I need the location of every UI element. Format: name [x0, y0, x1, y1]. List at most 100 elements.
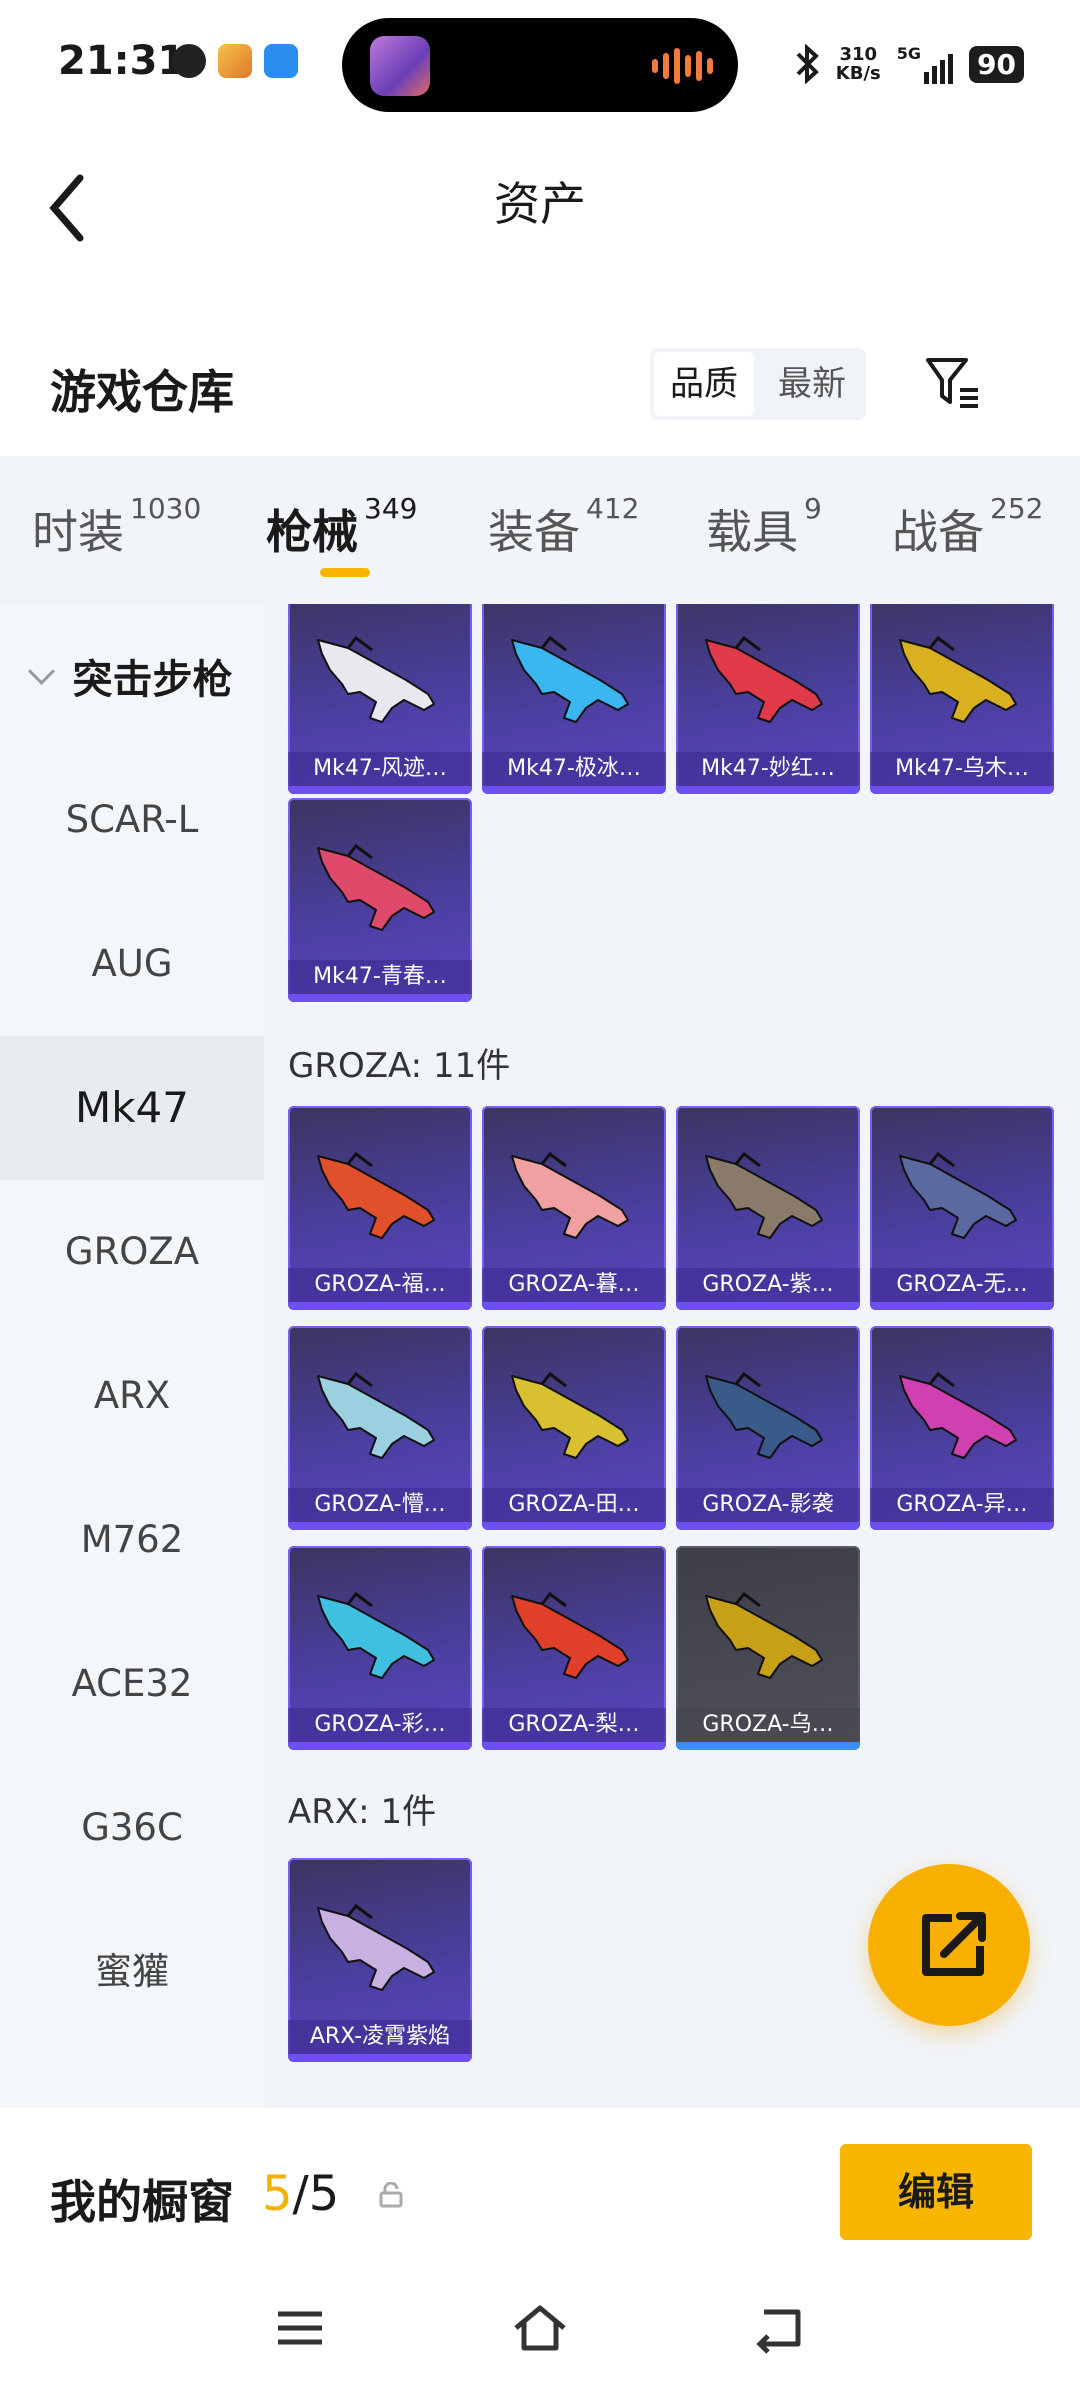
menu-icon[interactable] [270, 2298, 330, 2358]
skin-name: GROZA-彩… [288, 1708, 472, 1742]
weapon-skin-icon [899, 1371, 1017, 1459]
skin-card-groza[interactable]: GROZA-暮… [482, 1106, 666, 1310]
edit-button[interactable]: 编辑 [840, 2144, 1032, 2240]
skin-card-groza[interactable]: GROZA-无… [870, 1106, 1054, 1310]
showcase-label: 我的橱窗 [50, 2175, 234, 2229]
rarity-bar [288, 786, 472, 794]
skin-card-groza[interactable]: GROZA-乌… [676, 1546, 860, 1750]
rarity-bar [870, 1522, 1054, 1530]
filter-icon[interactable] [922, 352, 982, 412]
skin-card-groza[interactable]: GROZA-田… [482, 1326, 666, 1530]
sidebar-item-arx[interactable]: ARX [0, 1324, 264, 1468]
weapon-skin-icon [317, 843, 435, 931]
weapon-skin-icon [317, 1903, 435, 1991]
rarity-bar [482, 1522, 666, 1530]
weapon-skin-icon [317, 1591, 435, 1679]
skin-name: GROZA-梨… [482, 1708, 666, 1742]
weapon-skin-icon [511, 1591, 629, 1679]
skin-card-groza[interactable]: GROZA-懵… [288, 1326, 472, 1530]
sort-option-latest[interactable]: 最新 [762, 352, 862, 416]
rarity-bar [676, 1742, 860, 1750]
skin-card-groza[interactable]: GROZA-梨… [482, 1546, 666, 1750]
weapon-skin-icon [705, 1151, 823, 1239]
rarity-bar [288, 994, 472, 1002]
rarity-bar [870, 786, 1054, 794]
skin-card-groza[interactable]: GROZA-影袭 [676, 1326, 860, 1530]
weapon-skin-icon [317, 1151, 435, 1239]
audio-wave-icon [652, 48, 713, 84]
home-icon[interactable] [510, 2298, 570, 2358]
showcase-bar: 我的橱窗 5/5 编辑 [0, 2108, 1080, 2400]
rarity-bar [676, 1522, 860, 1530]
skin-card-mk47[interactable]: Mk47-乌木… [870, 604, 1054, 794]
skin-card-mk47[interactable]: Mk47-妙红… [676, 604, 860, 794]
dynamic-island[interactable] [342, 18, 738, 112]
sidebar-item-mk47[interactable]: Mk47 [0, 1036, 264, 1180]
net-speed: 310 KB/s [835, 44, 881, 84]
sidebar-item-scar-l[interactable]: SCAR-L [0, 748, 264, 892]
weapon-sidebar: 突击步枪 SCAR-L AUG Mk47 GROZA ARX M762 ACE3… [0, 604, 264, 2108]
skin-card-groza[interactable]: GROZA-福… [288, 1106, 472, 1310]
sidebar-category-assault-rifle[interactable]: 突击步枪 [0, 604, 264, 748]
signal-icon: 5G [897, 44, 954, 84]
skin-name: Mk47-极冰… [482, 752, 666, 786]
rarity-bar [482, 1742, 666, 1750]
weapon-skin-icon [899, 635, 1017, 723]
page-title: 资产 [494, 177, 586, 231]
skin-card-groza[interactable]: GROZA-彩… [288, 1546, 472, 1750]
weapon-skin-icon [705, 1591, 823, 1679]
skin-card-groza[interactable]: GROZA-异… [870, 1326, 1054, 1530]
tab-guns[interactable]: 枪械 349 [266, 492, 417, 562]
skin-name: GROZA-异… [870, 1488, 1054, 1522]
skin-name: Mk47-风迹… [288, 752, 472, 786]
tab-equipment[interactable]: 装备 412 [488, 492, 639, 562]
rarity-bar [288, 1302, 472, 1310]
broadcast-icon [264, 44, 298, 78]
clock: 21:31 [58, 38, 186, 84]
rarity-bar [482, 1302, 666, 1310]
weapon-skin-icon [511, 635, 629, 723]
share-edit-icon [922, 1912, 986, 1976]
share-edit-button[interactable] [868, 1864, 1030, 2026]
skin-name: Mk47-乌木… [870, 752, 1054, 786]
app-header: 资产 [0, 128, 1080, 278]
section-header-groza: GROZA: 11件 [288, 1046, 511, 1086]
lock-icon [379, 2182, 403, 2208]
showcase-count: 5/5 [262, 2166, 340, 2222]
status-bar: 21:31 310 KB/s 5G 90 [0, 0, 1080, 128]
skin-card-mk47[interactable]: Mk47-风迹… [288, 604, 472, 794]
skin-card-groza[interactable]: GROZA-紫… [676, 1106, 860, 1310]
skin-name: Mk47-妙红… [676, 752, 860, 786]
sidebar-item-m762[interactable]: M762 [0, 1468, 264, 1612]
skin-name: GROZA-福… [288, 1268, 472, 1302]
skin-card-arx[interactable]: ARX-凌霄紫焰 [288, 1858, 472, 2062]
active-tab-indicator [320, 568, 370, 577]
sidebar-item-groza[interactable]: GROZA [0, 1180, 264, 1324]
sort-option-quality[interactable]: 品质 [654, 352, 754, 416]
app-notification-icon [172, 44, 206, 78]
tab-fashion[interactable]: 时装 1030 [32, 492, 201, 562]
section-header-arx: ARX: 1件 [288, 1792, 437, 1832]
sidebar-item-honey-badger[interactable]: 蜜獾 [0, 1900, 264, 2044]
bluetooth-icon [796, 44, 819, 84]
skin-name: Mk47-青春… [288, 960, 472, 994]
skin-name: GROZA-影袭 [676, 1488, 860, 1522]
battery-indicator: 90 [969, 45, 1024, 83]
sidebar-item-ace32[interactable]: ACE32 [0, 1612, 264, 1756]
tab-vehicles[interactable]: 载具 9 [706, 492, 822, 562]
sort-toggle: 品质 最新 [650, 348, 866, 420]
sidebar-item-g36c[interactable]: G36C [0, 1756, 264, 1900]
skin-name: GROZA-乌… [676, 1708, 860, 1742]
skin-card-mk47[interactable]: Mk47-极冰… [482, 604, 666, 794]
weapon-skin-icon [511, 1371, 629, 1459]
tab-supplies[interactable]: 战备 252 [892, 492, 1043, 562]
skin-name: GROZA-无… [870, 1268, 1054, 1302]
skin-card-mk47[interactable]: Mk47-青春… [288, 798, 472, 1002]
skin-name: GROZA-田… [482, 1488, 666, 1522]
back-nav-icon[interactable] [750, 2298, 810, 2358]
rarity-bar [870, 1302, 1054, 1310]
sidebar-item-aug[interactable]: AUG [0, 892, 264, 1036]
game-notification-icon [218, 44, 252, 78]
skin-name: GROZA-懵… [288, 1488, 472, 1522]
chevron-down-icon [27, 657, 55, 685]
